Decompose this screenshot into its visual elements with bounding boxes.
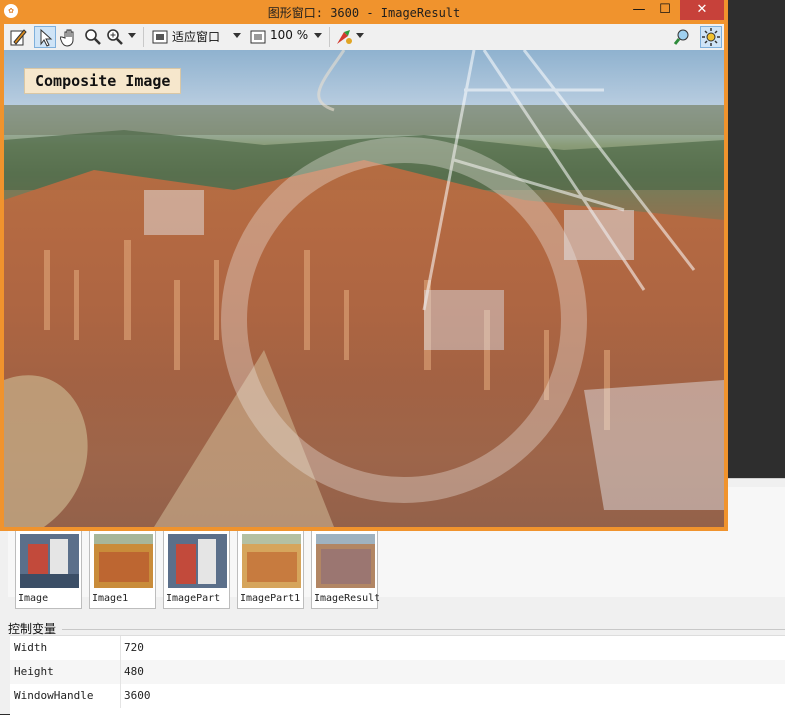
- composite-image: [4, 50, 724, 527]
- thumbnail-preview: [242, 534, 301, 588]
- image-title-label: Composite Image: [24, 68, 182, 94]
- variable-name: Height: [14, 665, 54, 678]
- window-titlebar[interactable]: ✿ 图形窗口: 3600 - ImageResult — ☐ ✕: [0, 0, 728, 24]
- zoom-plus-icon[interactable]: [105, 26, 125, 48]
- column-separator: [120, 684, 121, 708]
- variable-row[interactable]: Width 720: [10, 636, 785, 660]
- settings-icon[interactable]: [700, 26, 722, 48]
- zoom-box-icon[interactable]: [248, 26, 268, 48]
- zoom-icon[interactable]: [83, 26, 103, 48]
- window-title: 图形窗口: 3600 - ImageResult: [267, 6, 461, 20]
- thumbnail-preview: [20, 534, 79, 588]
- graphics-toolbar: 适应窗口 100 %: [4, 24, 724, 50]
- column-separator: [120, 660, 121, 684]
- thumbnail-imagepart[interactable]: ImagePart: [163, 529, 230, 609]
- thumbnail-preview: [168, 534, 227, 588]
- pointer-icon[interactable]: [34, 26, 56, 48]
- close-button[interactable]: ✕: [680, 0, 724, 20]
- variable-name: WindowHandle: [14, 689, 94, 702]
- right-panel: [728, 0, 785, 478]
- column-separator: [120, 636, 121, 660]
- thumbnail-label: Image: [18, 593, 49, 604]
- chevron-down-icon[interactable]: [314, 33, 322, 38]
- thumbnail-preview: [94, 534, 153, 588]
- chevron-down-icon[interactable]: [233, 33, 241, 38]
- color-icon[interactable]: [334, 26, 354, 48]
- chevron-down-icon[interactable]: [356, 33, 364, 38]
- variable-value: 480: [124, 665, 144, 678]
- hand-icon[interactable]: [60, 26, 80, 48]
- variable-name: Width: [14, 641, 48, 654]
- toolbar-separator: [329, 27, 330, 47]
- edit-icon[interactable]: [8, 26, 28, 48]
- thumbnail-label: Image1: [92, 593, 129, 604]
- variable-row[interactable]: WindowHandle 3600: [10, 684, 785, 708]
- section-divider: [62, 629, 785, 630]
- thumbnail-image[interactable]: Image: [15, 529, 82, 609]
- inspect-icon[interactable]: [672, 26, 692, 48]
- variable-value: 3600: [124, 689, 151, 702]
- thumbnail-image1[interactable]: Image1: [89, 529, 156, 609]
- zoom-level-dropdown[interactable]: 100 %: [270, 28, 308, 42]
- image-canvas[interactable]: Composite Image: [4, 50, 724, 527]
- fit-window-dropdown[interactable]: 适应窗口: [172, 28, 220, 45]
- toolbar-separator: [143, 27, 144, 47]
- fit-icon[interactable]: [150, 26, 170, 48]
- thumbnail-imagepart1[interactable]: ImagePart1: [237, 529, 304, 609]
- graphics-window: ✿ 图形窗口: 3600 - ImageResult — ☐ ✕ 适应窗口 10…: [0, 0, 728, 531]
- thumbnail-imageresult[interactable]: ImageResult: [311, 529, 379, 609]
- maximize-button[interactable]: ☐: [648, 0, 682, 20]
- variable-row[interactable]: Height 480: [10, 660, 785, 684]
- thumbnail-preview: [316, 534, 375, 588]
- chevron-down-icon[interactable]: [128, 33, 136, 38]
- thumbnail-label: ImagePart1: [240, 593, 301, 604]
- thumbnail-label: ImagePart: [166, 593, 221, 604]
- thumbnail-label: ImageResult: [314, 593, 379, 604]
- variable-value: 720: [124, 641, 144, 654]
- control-variables-table: Width 720 Height 480 WindowHandle 3600: [10, 635, 785, 715]
